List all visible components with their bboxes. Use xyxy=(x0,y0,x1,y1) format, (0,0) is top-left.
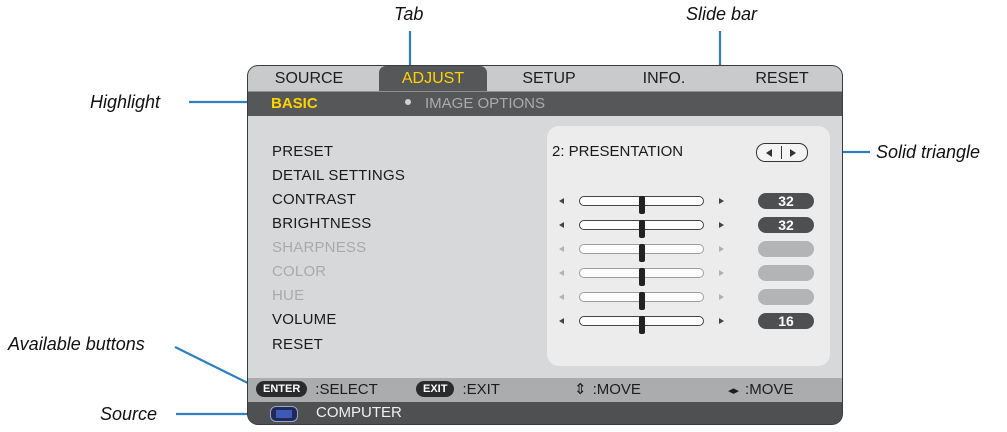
help-select-text: :SELECT xyxy=(315,381,378,398)
tab-bar: SOURCE ADJUST SETUP INFO. RESET xyxy=(248,66,842,92)
tab-source[interactable]: SOURCE xyxy=(254,66,364,91)
menu-item-hue: HUE xyxy=(272,287,305,304)
sharpness-value xyxy=(758,241,814,257)
left-triangle-icon xyxy=(766,149,772,157)
menu-item-sharpness: SHARPNESS xyxy=(272,239,367,256)
slider-track xyxy=(579,268,704,286)
help-move-updown: ⇕ :MOVE xyxy=(574,378,641,402)
right-arrow-icon xyxy=(719,318,724,324)
help-move-leftright: ◂▸ :MOVE xyxy=(728,378,793,402)
brightness-slider[interactable] xyxy=(559,217,724,238)
callout-tab: Tab xyxy=(394,4,424,24)
menu-item-reset[interactable]: RESET xyxy=(272,336,323,353)
color-slider xyxy=(559,265,724,286)
right-triangle-icon xyxy=(790,149,796,157)
tab-adjust[interactable]: ADJUST xyxy=(379,66,487,91)
up-down-arrow-icon: ⇕ xyxy=(574,381,587,398)
subtab-basic[interactable]: BASIC xyxy=(271,92,318,116)
osd-menu: SOURCE ADJUST SETUP INFO. RESET BASIC IM… xyxy=(248,66,842,424)
bullet-icon xyxy=(405,99,411,106)
left-arrow-icon xyxy=(559,294,564,300)
slider-knob xyxy=(638,244,645,262)
available-buttons-bar: ENTER :SELECT EXIT :EXIT ⇕ :MOVE ◂▸ :MOVE xyxy=(248,378,842,402)
slider-knob[interactable] xyxy=(638,196,645,214)
left-arrow-icon xyxy=(559,318,564,324)
exit-key-icon: EXIT xyxy=(416,381,455,398)
contrast-slider[interactable] xyxy=(559,193,724,214)
slider-track xyxy=(579,220,704,238)
tab-setup[interactable]: SETUP xyxy=(494,66,604,91)
help-exit: EXIT :EXIT xyxy=(416,378,500,402)
left-right-arrow-icon: ◂▸ xyxy=(728,385,740,397)
slider-track xyxy=(579,196,704,214)
slider-knob xyxy=(638,268,645,286)
source-label: COMPUTER xyxy=(316,404,402,421)
subtab-image-options[interactable]: IMAGE OPTIONS xyxy=(405,92,545,116)
right-arrow-icon xyxy=(719,198,724,204)
source-bar: COMPUTER xyxy=(248,402,842,424)
help-move-updown-text: :MOVE xyxy=(592,381,641,398)
slider-knob[interactable] xyxy=(638,316,645,334)
volume-value: 16 xyxy=(758,313,814,329)
enter-key-icon: ENTER xyxy=(256,381,308,398)
callout-slide-bar: Slide bar xyxy=(686,4,758,24)
volume-slider[interactable] xyxy=(559,313,724,334)
help-exit-text: :EXIT xyxy=(462,381,500,398)
menu-item-contrast[interactable]: CONTRAST xyxy=(272,191,356,208)
callout-source: Source xyxy=(100,404,158,424)
left-arrow-icon xyxy=(559,222,564,228)
menu-item-preset[interactable]: PRESET xyxy=(272,143,333,160)
sharpness-slider xyxy=(559,241,724,262)
right-arrow-icon xyxy=(719,270,724,276)
callout-available-buttons: Available buttons xyxy=(8,334,145,354)
menu-item-volume[interactable]: VOLUME xyxy=(272,311,337,328)
slider-track xyxy=(579,244,704,262)
color-value xyxy=(758,265,814,281)
callout-highlight: Highlight xyxy=(90,92,161,112)
subtab-bar: BASIC IMAGE OPTIONS xyxy=(248,92,842,116)
hue-value xyxy=(758,289,814,305)
left-arrow-icon xyxy=(559,246,564,252)
preset-arrow-buttons[interactable] xyxy=(756,143,808,162)
contrast-value: 32 xyxy=(758,193,814,209)
right-arrow-icon xyxy=(719,222,724,228)
brightness-value: 32 xyxy=(758,217,814,233)
right-arrow-icon xyxy=(719,246,724,252)
left-arrow-icon xyxy=(559,270,564,276)
help-move-leftright-text: :MOVE xyxy=(745,381,794,398)
menu-item-brightness[interactable]: BRIGHTNESS xyxy=(272,215,372,232)
tab-info[interactable]: INFO. xyxy=(610,66,718,91)
computer-icon xyxy=(270,406,298,422)
slider-track xyxy=(579,292,704,310)
menu-item-detail-settings[interactable]: DETAIL SETTINGS xyxy=(272,167,405,184)
preset-value: 2: PRESENTATION xyxy=(552,143,684,160)
menu-item-color: COLOR xyxy=(272,263,327,280)
subtab-image-options-label: IMAGE OPTIONS xyxy=(425,95,546,112)
help-select: ENTER :SELECT xyxy=(256,378,378,402)
left-arrow-icon xyxy=(559,198,564,204)
slider-track xyxy=(579,316,704,334)
callout-solid-triangle: Solid triangle xyxy=(876,142,981,162)
tab-reset[interactable]: RESET xyxy=(726,66,838,91)
slider-knob xyxy=(638,292,645,310)
hue-slider xyxy=(559,289,724,310)
right-arrow-icon xyxy=(719,294,724,300)
slider-knob[interactable] xyxy=(638,220,645,238)
